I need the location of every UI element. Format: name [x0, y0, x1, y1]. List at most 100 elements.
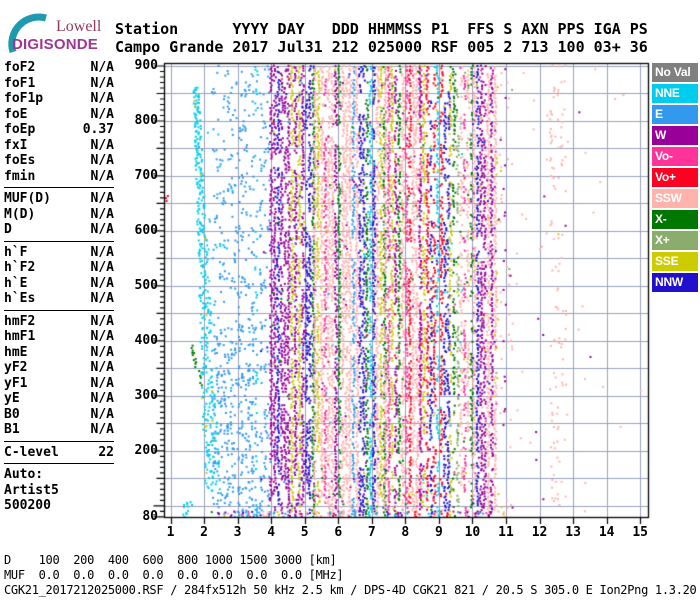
parameter-row-hes: h`Es N/A [4, 291, 114, 307]
header-field-labels: Station YYYY DAY DDD HHMMSS P1 FFS S AXN… [115, 20, 648, 38]
parameter-row-d: D N/A [4, 222, 114, 238]
y-tick-label-400: 400 [134, 332, 158, 348]
y-tick-label-600: 600 [134, 222, 158, 238]
parameter-value: N/A [90, 313, 114, 329]
parameter-row-foes: foEs N/A [4, 153, 114, 169]
parameter-value: N/A [90, 275, 114, 291]
y-tick-label-200: 200 [134, 442, 158, 458]
parameter-label: foEs [4, 153, 36, 168]
distance-scale-line: D 100 200 400 600 800 1000 1500 3000 [km… [4, 553, 337, 567]
parameter-value: N/A [90, 60, 114, 75]
parameter-value: N/A [90, 422, 114, 437]
parameter-row-hf: h`F N/A [4, 245, 114, 261]
parameter-group-separator [4, 440, 114, 442]
parameter-value: N/A [90, 191, 114, 206]
parameter-row-hmf2: hmF2 N/A [4, 314, 114, 330]
parameter-value: N/A [90, 91, 114, 106]
parameter-value: N/A [90, 406, 114, 422]
parameter-row-fof2: foF2 N/A [4, 60, 114, 76]
parameter-label: yF2 [4, 360, 28, 375]
parameter-label: h`F [4, 244, 28, 260]
parameter-row-fof1: foF1 N/A [4, 76, 114, 92]
parameter-label: hmF1 [4, 329, 36, 344]
parameter-value: N/A [90, 260, 114, 275]
parameter-label: hmF2 [4, 313, 36, 329]
y-tick-label-800: 800 [134, 112, 158, 128]
parameter-value: N/A [90, 344, 114, 360]
parameter-label: B0 [4, 406, 20, 422]
parameter-label: hmE [4, 344, 28, 360]
x-tick-label-15: 15 [632, 525, 649, 540]
parameter-row-he: h`E N/A [4, 276, 114, 292]
parameter-row-mufd: MUF(D) N/A [4, 191, 114, 207]
legend-item-sse: SSE [652, 252, 698, 271]
legend-item-noval: No Val [652, 63, 698, 82]
parameter-row-fxi: fxI N/A [4, 138, 114, 154]
x-tick-label-13: 13 [565, 525, 581, 540]
y-tick-label-80: 80 [142, 508, 158, 524]
parameter-label: fxI [4, 137, 28, 153]
parameter-row-artist5: Artist5 [4, 483, 114, 499]
legend-item-vo: Vo+ [652, 168, 698, 187]
legend-item-e: E [652, 105, 698, 124]
legend-item-ssw: SSW [652, 189, 698, 208]
parameter-row-foep: foEp 0.37 [4, 122, 114, 138]
x-tick-label-9: 9 [434, 525, 443, 540]
parameter-label: MUF(D) [4, 191, 51, 206]
parameter-row-500200: 500200 [4, 498, 114, 514]
x-tick-label-5: 5 [300, 525, 309, 540]
parameter-value: N/A [90, 75, 114, 91]
parameter-label: foEp [4, 122, 36, 137]
parameter-label: Artist5 [4, 482, 59, 498]
parameter-label: yF1 [4, 375, 28, 391]
parameter-value: N/A [90, 391, 114, 406]
parameter-label: fmin [4, 168, 36, 184]
parameter-value: N/A [90, 222, 114, 237]
parameter-row-yf1: yF1 N/A [4, 376, 114, 392]
parameter-group-separator [4, 309, 114, 311]
parameter-label: foE [4, 106, 28, 122]
parameter-label: yE [4, 391, 20, 406]
parameter-row-ye: yE N/A [4, 391, 114, 407]
legend-item-nne: NNE [652, 84, 698, 103]
file-info-line: CGK21_2017212025000.RSF / 284fx512h 50 k… [4, 583, 697, 597]
parameter-panel: foF2 N/A foF1 N/A foF1p N/A foE N/A foEp 0.37 fxI N… [4, 60, 114, 514]
x-tick-label-3: 3 [233, 525, 242, 540]
parameter-group-separator [4, 187, 114, 188]
parameter-label: B1 [4, 422, 20, 437]
parameter-value: N/A [90, 375, 114, 391]
parameter-value: N/A [90, 153, 114, 168]
parameter-label: h`F2 [4, 260, 36, 275]
parameter-label: 500200 [4, 498, 51, 513]
parameter-value: N/A [90, 329, 114, 344]
echo-type-legend: No Val NNE E W Vo- Vo+ SSW X- X+ SSE NNW [652, 63, 698, 294]
y-tick-label-300: 300 [134, 387, 158, 403]
parameter-row-b0: B0 N/A [4, 407, 114, 423]
parameter-row-auto: Auto: [4, 467, 114, 483]
y-tick-label-900: 900 [134, 58, 158, 73]
parameter-row-clevel: C-level 22 [4, 445, 114, 461]
x-tick-label-4: 4 [267, 525, 276, 540]
logo-lowell-text: Lowell [56, 18, 102, 35]
x-tick-label-10: 10 [464, 525, 481, 540]
parameter-group-separator [4, 463, 114, 464]
parameter-label: Auto: [4, 467, 44, 482]
parameter-value: N/A [90, 206, 114, 222]
parameter-value: 0.37 [82, 122, 114, 137]
parameter-value: N/A [90, 106, 114, 122]
parameter-value: N/A [90, 291, 114, 306]
parameter-label: foF2 [4, 60, 36, 75]
x-tick-label-8: 8 [401, 525, 410, 540]
parameter-row-yf2: yF2 N/A [4, 360, 114, 376]
x-tick-label-1: 1 [166, 525, 175, 540]
parameter-label: h`E [4, 275, 28, 291]
logo-digisonde-text: DIGISONDE [12, 36, 98, 53]
x-tick-label-11: 11 [498, 525, 514, 540]
legend-item-w: W [652, 126, 698, 145]
parameter-label: D [4, 222, 12, 237]
x-tick-label-2: 2 [200, 525, 208, 540]
parameter-value: N/A [90, 244, 114, 260]
parameter-label: foF1 [4, 75, 36, 91]
parameter-value: N/A [90, 137, 114, 153]
x-tick-label-6: 6 [334, 525, 343, 540]
